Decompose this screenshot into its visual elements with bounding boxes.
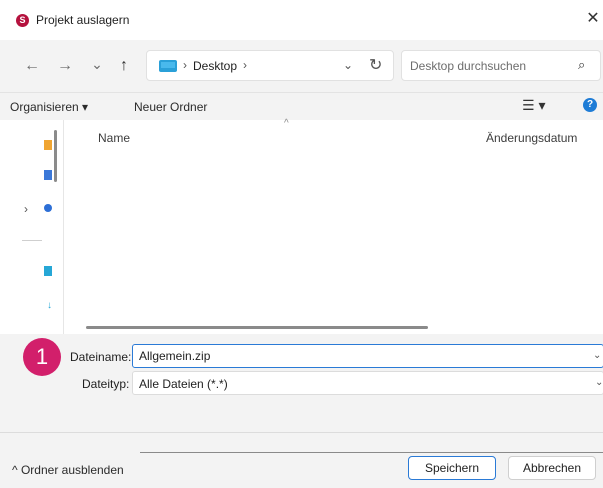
- navigation-scrollbar[interactable]: [54, 130, 57, 182]
- help-icon[interactable]: ?: [583, 98, 597, 112]
- onedrive-icon[interactable]: [44, 204, 52, 212]
- file-list[interactable]: [63, 120, 603, 334]
- column-header-date-modified[interactable]: Änderungsdatum: [486, 131, 577, 145]
- search-input[interactable]: Desktop durchsuchen ⌕: [401, 50, 601, 81]
- expand-chevron-icon[interactable]: ›: [24, 202, 28, 216]
- desktop-icon[interactable]: [44, 266, 52, 276]
- refresh-icon[interactable]: ↻: [369, 55, 382, 75]
- step-number-badge: 1: [23, 338, 61, 376]
- filetype-value: Alle Dateien (*.*): [139, 377, 228, 391]
- divider: [140, 452, 603, 453]
- view-options-icon[interactable]: ☰ ▾: [522, 97, 545, 114]
- new-folder-button[interactable]: Neuer Ordner: [134, 100, 207, 114]
- hide-folders-button[interactable]: ^ Ordner ausblenden: [12, 463, 124, 477]
- downloads-icon[interactable]: ↓: [47, 300, 52, 311]
- cancel-button[interactable]: Abbrechen: [508, 456, 596, 480]
- search-placeholder: Desktop durchsuchen: [410, 59, 527, 73]
- home-icon[interactable]: [44, 140, 52, 150]
- save-button[interactable]: Speichern: [408, 456, 496, 480]
- close-button[interactable]: ✕: [584, 10, 602, 28]
- filetype-label: Dateityp:: [82, 377, 130, 391]
- forward-button[interactable]: →: [55, 56, 75, 76]
- app-logo-icon: [16, 14, 29, 27]
- up-button[interactable]: ↑: [114, 56, 134, 76]
- horizontal-scrollbar[interactable]: [86, 326, 428, 329]
- filename-label: Dateiname:: [70, 350, 132, 364]
- organize-menu[interactable]: Organisieren ▾: [10, 100, 88, 114]
- breadcrumb-desktop[interactable]: Desktop: [193, 59, 237, 73]
- nav-divider: [22, 240, 42, 241]
- divider: [0, 432, 603, 433]
- command-bar: Organisieren ▾ Neuer Ordner ☰ ▾ ?: [0, 92, 603, 120]
- filetype-select[interactable]: Alle Dateien (*.*) ⌄: [132, 371, 603, 395]
- gallery-icon[interactable]: [44, 170, 52, 180]
- filename-field[interactable]: [132, 344, 603, 368]
- desktop-folder-icon: [159, 60, 177, 72]
- filetype-dropdown-icon[interactable]: ⌄: [595, 377, 603, 388]
- search-icon[interactable]: ⌕: [578, 57, 585, 73]
- address-dropdown-icon[interactable]: ⌄: [343, 58, 353, 72]
- address-bar[interactable]: › Desktop › ⌄ ↻: [146, 50, 394, 81]
- window-title: Projekt auslagern: [36, 13, 130, 27]
- filename-dropdown-icon[interactable]: ⌄: [593, 350, 601, 361]
- recent-locations-button[interactable]: ⌄: [87, 54, 107, 74]
- breadcrumb-separator[interactable]: ›: [243, 58, 247, 72]
- sort-ascending-icon: ^: [284, 118, 289, 129]
- breadcrumb-separator[interactable]: ›: [183, 58, 187, 72]
- back-button[interactable]: ←: [22, 56, 42, 76]
- column-header-name[interactable]: Name: [98, 131, 130, 145]
